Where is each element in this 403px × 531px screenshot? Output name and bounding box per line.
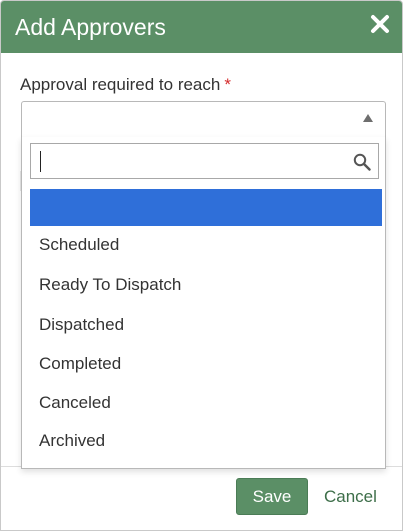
dropdown-search-box[interactable] [30, 143, 379, 179]
close-button[interactable] [368, 12, 392, 36]
add-approvers-dialog: Add Approvers Approval required to reach… [0, 0, 403, 531]
required-indicator: * [224, 75, 231, 94]
dropdown-option-archived[interactable]: Archived [39, 431, 105, 451]
text-cursor [40, 151, 41, 172]
approval-stage-select[interactable] [21, 101, 386, 137]
approval-stage-dropdown: Scheduled Ready To Dispatch Dispatched C… [21, 137, 386, 469]
dialog-title: Add Approvers [15, 14, 166, 40]
approval-field-label-text: Approval required to reach [20, 75, 221, 94]
search-icon [353, 153, 371, 171]
caret-up-icon [363, 114, 373, 122]
dialog-header: Add Approvers [1, 1, 402, 53]
close-icon [371, 15, 389, 33]
dropdown-option-ready-to-dispatch[interactable]: Ready To Dispatch [39, 275, 181, 295]
dropdown-option-scheduled[interactable]: Scheduled [39, 235, 119, 255]
dropdown-option-canceled[interactable]: Canceled [39, 393, 111, 413]
dropdown-option-completed[interactable]: Completed [39, 354, 121, 374]
dropdown-option-highlighted[interactable] [30, 189, 382, 226]
cancel-link[interactable]: Cancel [324, 487, 377, 507]
dropdown-search-input[interactable] [37, 148, 341, 176]
save-button[interactable]: Save [236, 478, 308, 515]
approval-field-label: Approval required to reach * [20, 75, 231, 95]
dropdown-option-dispatched[interactable]: Dispatched [39, 315, 124, 335]
